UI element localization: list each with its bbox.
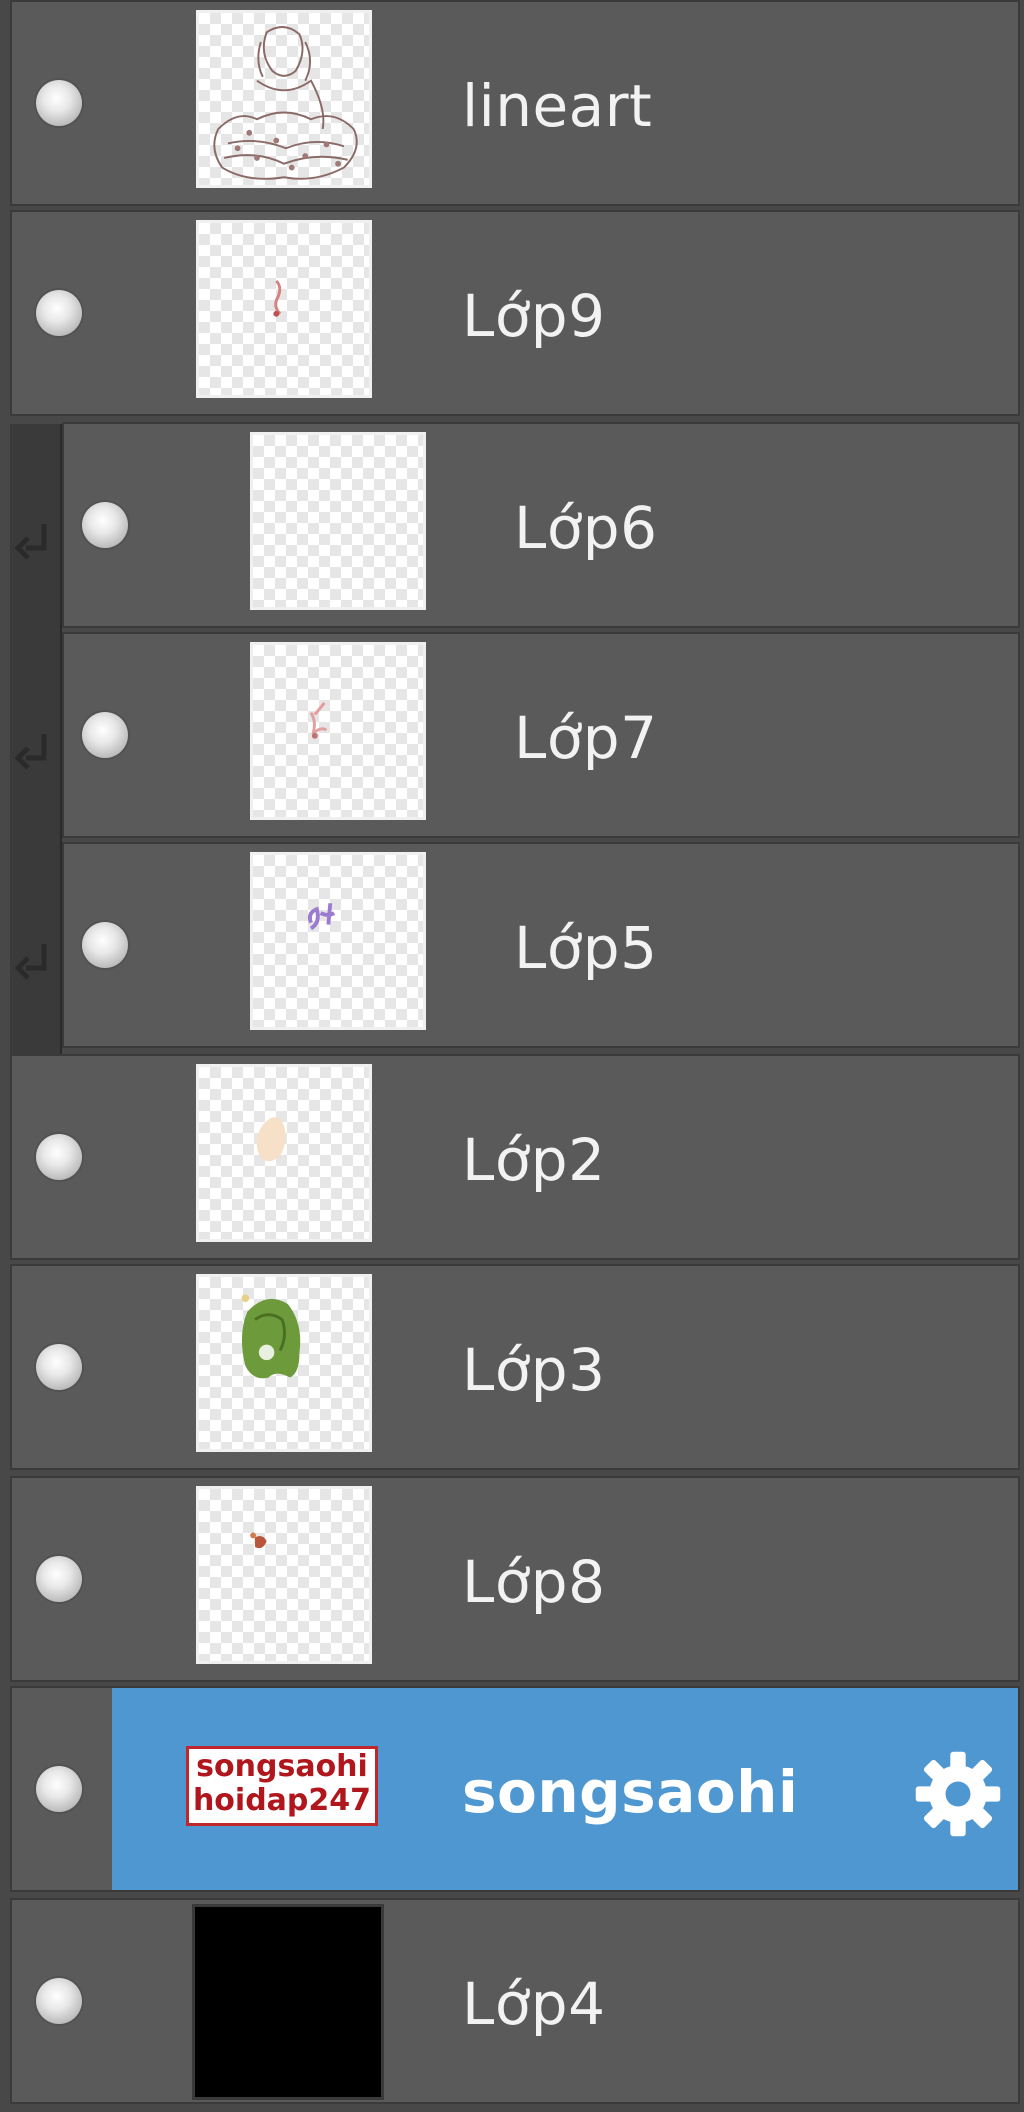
- layer-name[interactable]: Lớp3: [462, 1336, 606, 1404]
- clip-arrow-icon: [14, 944, 47, 980]
- layer-thumbnail: [196, 220, 372, 398]
- layer-name[interactable]: Lớp7: [514, 704, 658, 772]
- lineart-thumbnail-art: [213, 26, 358, 180]
- layer-row-lineart[interactable]: lineart: [10, 0, 1020, 206]
- layer-name[interactable]: Lớp8: [462, 1548, 606, 1616]
- layer-name[interactable]: songsaohi: [462, 1758, 798, 1826]
- layer-row-songsaohi[interactable]: songsaohi hoidap247 songsaohi: [10, 1686, 1020, 1892]
- visibility-toggle-icon[interactable]: [36, 1556, 82, 1602]
- clip-arrow-icon: [14, 524, 47, 560]
- layer-thumbnail: [196, 1064, 372, 1242]
- visibility-toggle-icon[interactable]: [36, 290, 82, 336]
- visibility-toggle-icon[interactable]: [82, 922, 128, 968]
- lop2-thumbnail-art: [256, 1117, 286, 1162]
- layer-thumbnail: songsaohi hoidap247: [186, 1746, 378, 1826]
- lop9-thumbnail-art: [273, 279, 282, 317]
- visibility-toggle-icon[interactable]: [36, 1134, 82, 1180]
- layer-row-lop7[interactable]: Lớp7: [62, 632, 1020, 838]
- lop8-thumbnail-art: [250, 1532, 267, 1549]
- layer-name[interactable]: Lớp9: [462, 282, 606, 350]
- visibility-toggle-icon[interactable]: [36, 80, 82, 126]
- layer-thumbnail: [192, 1904, 384, 2100]
- visibility-toggle-icon[interactable]: [82, 712, 128, 758]
- layer-thumbnail: [196, 1486, 372, 1664]
- layer-name[interactable]: Lớp4: [462, 1970, 606, 2038]
- visibility-toggle-icon[interactable]: [82, 502, 128, 548]
- layer-thumbnail: [250, 642, 426, 820]
- layer-row-lop6[interactable]: Lớp6: [62, 422, 1020, 628]
- layer-row-lop3[interactable]: Lớp3: [10, 1264, 1020, 1470]
- layer-row-lop2[interactable]: Lớp2: [10, 1054, 1020, 1260]
- layer-thumbnail: [250, 852, 426, 1030]
- layer-row-lop4[interactable]: Lớp4: [10, 1898, 1020, 2104]
- layer-row-lop9[interactable]: Lớp9: [10, 210, 1020, 416]
- visibility-toggle-icon[interactable]: [36, 1344, 82, 1390]
- visibility-toggle-icon[interactable]: [36, 1978, 82, 2024]
- visibility-toggle-icon[interactable]: [36, 1766, 82, 1812]
- clip-arrow-icon: [14, 734, 47, 770]
- layer-row-lop5[interactable]: Lớp5: [62, 842, 1020, 1048]
- layer-thumbnail: [196, 1274, 372, 1452]
- lop5-thumbnail-art: [307, 903, 336, 931]
- layer-thumbnail: [196, 10, 372, 188]
- layer-name[interactable]: Lớp5: [514, 914, 658, 982]
- lop3-thumbnail-art: [241, 1294, 301, 1379]
- layer-name[interactable]: Lớp2: [462, 1126, 606, 1194]
- thumbnail-text-line: songsaohi: [196, 1749, 368, 1784]
- thumbnail-text-line: hoidap247: [192, 1783, 372, 1818]
- layer-name[interactable]: lineart: [462, 72, 652, 140]
- clipping-group-rail: [10, 424, 62, 1054]
- lop7-thumbnail-art: [309, 702, 328, 739]
- layer-name[interactable]: Lớp6: [514, 494, 658, 562]
- layers-panel: lineart Lớp9 Lớp6 Lớp7 Lớp5 Lớp2 Lớp3 Lớ…: [0, 0, 1024, 2112]
- gear-icon[interactable]: [910, 1746, 1006, 1842]
- layer-thumbnail: [250, 432, 426, 610]
- layer-row-lop8[interactable]: Lớp8: [10, 1476, 1020, 1682]
